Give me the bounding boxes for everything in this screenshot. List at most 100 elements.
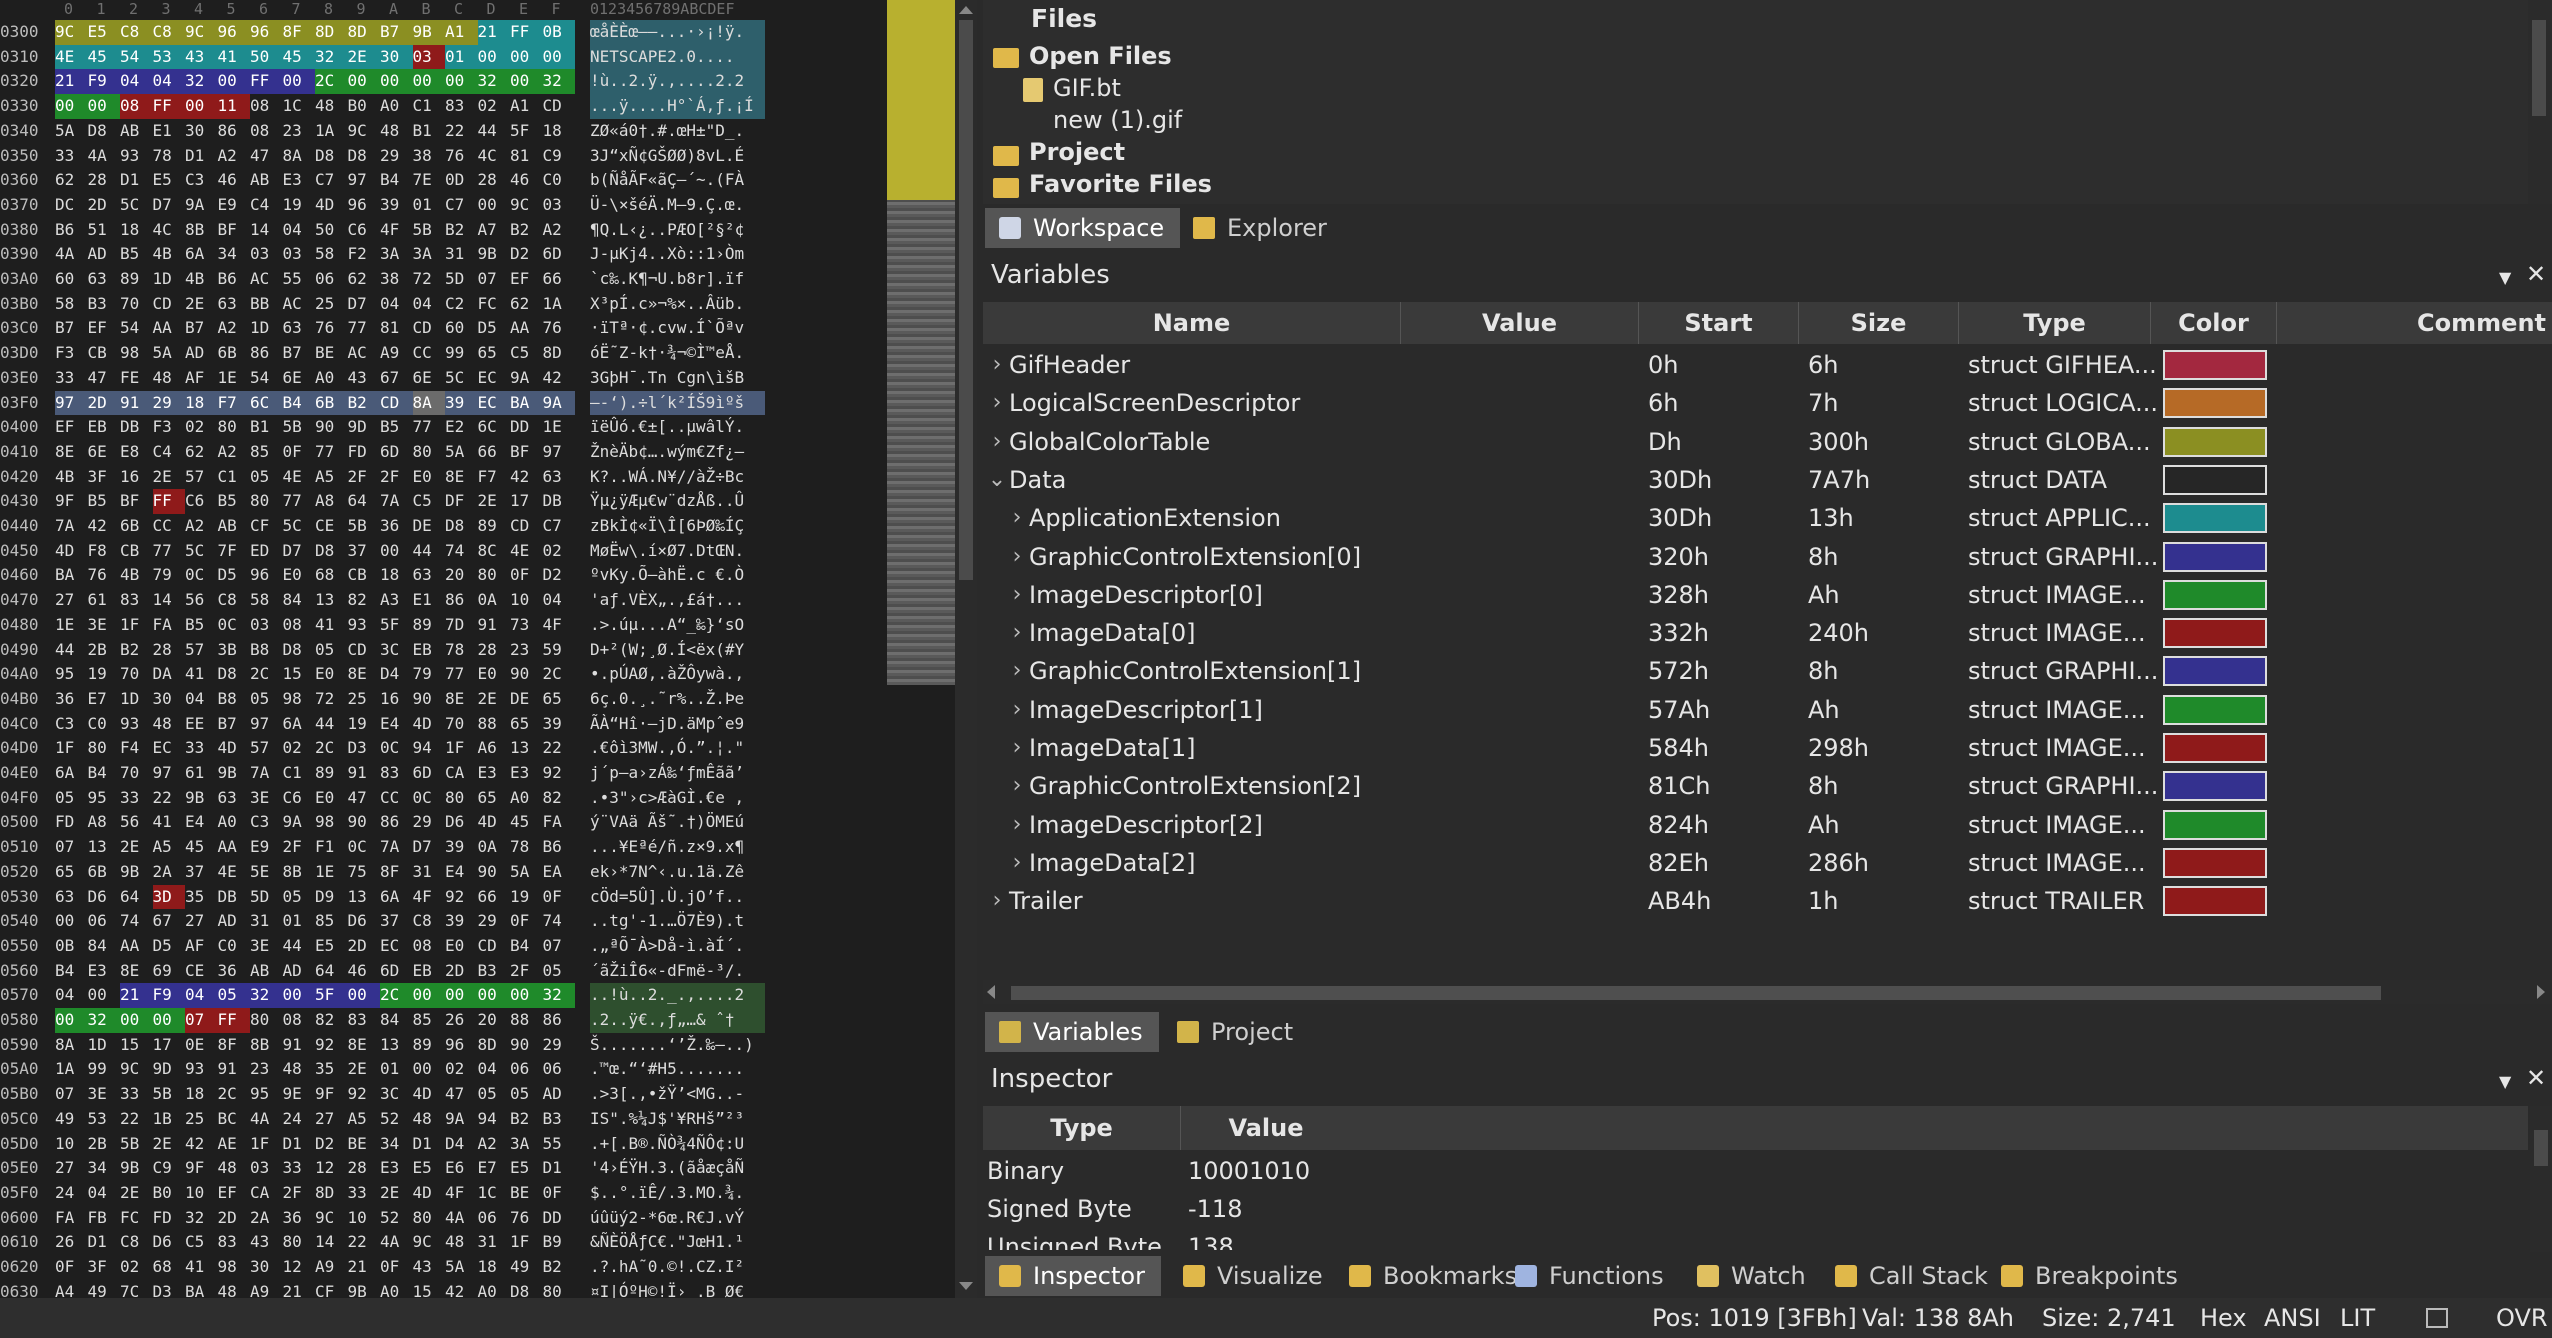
hex-byte[interactable]: EB (413, 638, 446, 663)
hex-byte[interactable]: CB (348, 563, 381, 588)
hex-byte[interactable]: 02 (283, 736, 316, 761)
hex-byte[interactable]: 50 (250, 44, 283, 70)
hex-byte[interactable]: 03 (283, 242, 316, 267)
hex-ascii[interactable]: œåÈÈœ––...·›¡!ÿ. (590, 20, 765, 45)
hex-byte[interactable]: 1C (283, 94, 316, 119)
hex-byte[interactable]: 9B (218, 761, 251, 786)
hex-row[interactable]: 03C0 B7 EF 54 AA B7 A2 1D 63 76 77 81 CD 60 D5 AA 76 ·ïTª… (0, 316, 960, 341)
hex-byte[interactable]: 2D (445, 959, 478, 984)
hex-row[interactable]: 0340 5A D8 AB E1 30 86 08 23 1A 9C 48 B1 22 44 5F 18 ZØ«á… (0, 119, 960, 144)
hex-byte[interactable]: 38 (380, 267, 413, 292)
hex-byte[interactable]: 0C (348, 835, 381, 860)
hex-byte[interactable]: 45 (185, 835, 218, 860)
hex-byte[interactable]: 99 (445, 341, 478, 366)
hex-row[interactable]: 04D0 1F 80 F4 EC 33 4D 57 02 2C D3 0C 94 1F A6 13 22 .€ôì… (0, 736, 960, 761)
hex-byte[interactable]: 13 (315, 588, 348, 613)
hex-byte[interactable]: 23 (283, 119, 316, 144)
hex-byte[interactable]: E9 (250, 835, 283, 860)
hex-byte[interactable]: 0B (55, 934, 88, 959)
variable-color-swatch[interactable] (2163, 350, 2267, 380)
hex-byte[interactable]: 82 (315, 1008, 348, 1033)
hex-byte[interactable]: C4 (153, 440, 186, 465)
hex-byte[interactable]: E7 (478, 1156, 511, 1181)
hex-byte[interactable]: 37 (185, 860, 218, 885)
hex-byte[interactable]: B2 (543, 1255, 576, 1280)
hex-byte[interactable]: AB (250, 168, 283, 193)
tree-project[interactable]: Project (1029, 138, 1125, 166)
hex-byte[interactable]: C7 (445, 193, 478, 218)
hex-byte[interactable]: 36 (380, 514, 413, 539)
hex-row[interactable]: 05F0 24 04 2E B0 10 EF CA 2F 8D 33 2E 4D 4F 1C BE 0F $..°… (0, 1181, 960, 1206)
hex-byte[interactable]: C7 (543, 514, 576, 539)
hex-byte[interactable]: 02 (445, 1057, 478, 1082)
hex-byte[interactable]: 08 (283, 1008, 316, 1033)
hex-byte[interactable]: 00 (478, 193, 511, 218)
hex-byte[interactable]: 00 (445, 69, 478, 95)
hex-byte[interactable]: 16 (120, 465, 153, 490)
hex-byte[interactable]: EA (543, 860, 576, 885)
hex-byte[interactable]: 9B (120, 1156, 153, 1181)
hex-byte[interactable]: E0 (283, 563, 316, 588)
hex-byte[interactable]: 1A (55, 1057, 88, 1082)
chevron-right-icon[interactable]: › (987, 882, 1007, 920)
hex-byte[interactable]: 48 (380, 119, 413, 144)
hex-byte[interactable]: 3F (88, 1255, 121, 1280)
hex-byte[interactable]: B9 (543, 1230, 576, 1255)
hex-byte[interactable]: 79 (153, 563, 186, 588)
hex-byte[interactable]: 27 (55, 1156, 88, 1181)
hex-byte[interactable]: FD (348, 440, 381, 465)
hex-byte[interactable]: 28 (348, 1156, 381, 1181)
hex-row[interactable]: 0310 4E 45 54 53 43 41 50 45 32 2E 30 03 01 00 00 00 NETS… (0, 44, 960, 70)
hex-byte[interactable]: 9A (510, 366, 543, 391)
hex-byte[interactable]: E7 (88, 687, 121, 712)
hex-byte[interactable]: 67 (380, 366, 413, 391)
hex-row[interactable]: 03D0 F3 CB 98 5A AD 6B 86 B7 BE AC A9 CC 99 65 C5 8D óË˜Z… (0, 341, 960, 366)
hex-byte[interactable]: 32 (542, 983, 575, 1008)
bottom-tab-breakpoints[interactable]: Breakpoints (1987, 1256, 2194, 1296)
hex-byte[interactable]: 9B (120, 860, 153, 885)
variable-row[interactable]: › ImageData[1] 584h 298h struct IMAGE... (983, 729, 2552, 767)
hex-byte[interactable]: 84 (380, 1008, 413, 1033)
hex-row[interactable]: 0300 9C E5 C8 C8 9C 96 96 8F 8D 8D B7 9B A1 21 FF 0B œåÈÈ… (0, 20, 960, 45)
hex-byte[interactable]: B7 (55, 316, 88, 341)
hex-byte[interactable]: 3A (380, 242, 413, 267)
hex-byte[interactable]: 00 (88, 983, 121, 1008)
hex-byte[interactable]: 8F (218, 1033, 251, 1058)
hex-byte[interactable]: 47 (445, 1082, 478, 1107)
hex-byte[interactable]: 69 (153, 959, 186, 984)
hex-byte[interactable]: 4F (543, 613, 576, 638)
tree-favorite-files[interactable]: Favorite Files (1029, 170, 1212, 198)
hex-byte[interactable]: 2C (218, 1082, 251, 1107)
hex-byte[interactable]: 15 (283, 662, 316, 687)
hex-byte[interactable]: D6 (88, 885, 121, 910)
hex-byte[interactable]: 32 (542, 69, 575, 95)
hex-row[interactable]: 0560 B4 E3 8E 69 CE 36 AB AD 64 46 6D EB 2D B3 2F 05 ´ãŽi… (0, 959, 960, 984)
hex-byte[interactable]: 3E (250, 934, 283, 959)
hex-byte[interactable]: D8 (283, 638, 316, 663)
hex-ascii[interactable]: ..tg'-1.…Ö7È9).t (590, 909, 765, 934)
hex-byte[interactable]: 67 (153, 909, 186, 934)
hex-byte[interactable]: 20 (478, 1008, 511, 1033)
hex-byte[interactable]: D5 (218, 563, 251, 588)
hex-byte[interactable]: 4B (185, 267, 218, 292)
hex-byte[interactable]: 6E (88, 440, 121, 465)
hex-byte[interactable]: 99 (88, 1057, 121, 1082)
hex-row[interactable]: 0390 4A AD B5 4B 6A 34 03 03 58 F2 3A 3A 31 9B D2 6D J-µK… (0, 242, 960, 267)
hex-byte[interactable]: 60 (445, 316, 478, 341)
hex-byte[interactable]: 5B (153, 1082, 186, 1107)
hex-ascii[interactable]: ý¨VAä Ãš˜.†)ÖMEú (590, 810, 765, 835)
hex-byte[interactable]: 31 (478, 1230, 511, 1255)
hex-byte[interactable]: 78 (445, 638, 478, 663)
variable-color-swatch[interactable] (2163, 733, 2267, 763)
hex-byte[interactable]: 10 (185, 1181, 218, 1206)
hex-byte[interactable]: B7 (185, 316, 218, 341)
hex-byte[interactable]: E2 (445, 415, 478, 440)
hex-byte[interactable]: 3D (152, 884, 185, 910)
hex-byte[interactable]: 14 (250, 218, 283, 243)
hex-byte[interactable]: 83 (218, 1230, 251, 1255)
hex-byte[interactable]: CF (250, 514, 283, 539)
hex-byte[interactable]: AF (185, 366, 218, 391)
hex-byte[interactable]: 1F (250, 1132, 283, 1157)
hex-byte[interactable]: 57 (185, 638, 218, 663)
hex-byte[interactable]: 14 (153, 588, 186, 613)
